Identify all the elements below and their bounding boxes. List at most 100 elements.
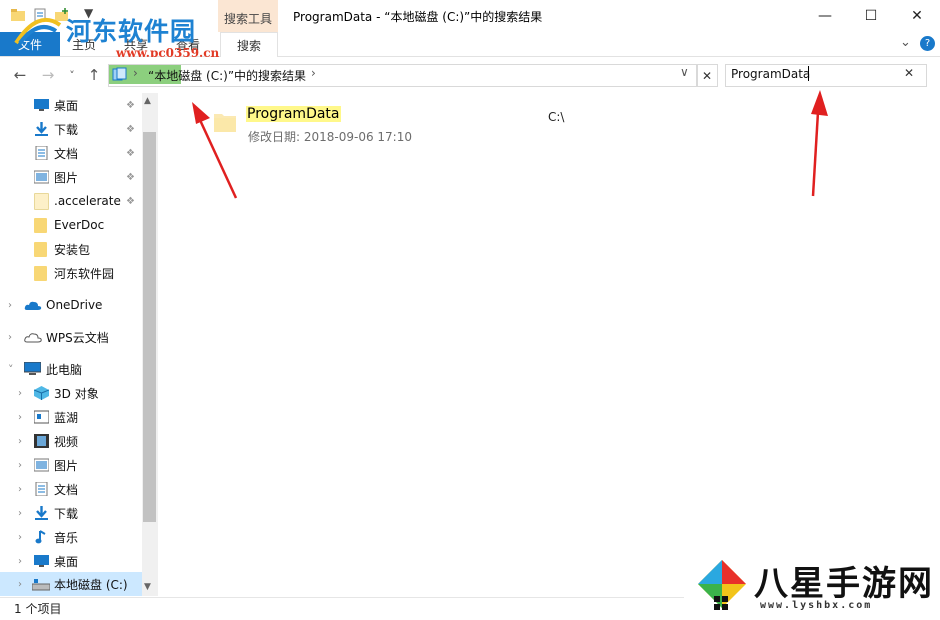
up-button[interactable]: ↑ xyxy=(84,65,104,85)
chevron-right-icon[interactable]: › xyxy=(18,460,22,471)
breadcrumb-separator-end[interactable]: › xyxy=(311,66,316,80)
maximize-button[interactable]: ☐ xyxy=(848,0,894,32)
3d-objects-icon xyxy=(34,386,49,400)
recent-locations-button[interactable]: ˅ xyxy=(62,65,82,85)
sidebar-item-accelerate[interactable]: .accelerate ❖ xyxy=(0,189,142,213)
sidebar-item-label: 河东软件园 xyxy=(54,266,115,281)
chevron-right-icon[interactable]: › xyxy=(18,579,22,590)
sidebar-item-wps-cloud[interactable]: › WPS云文档 xyxy=(0,325,142,349)
sidebar-item-anzhuangbao[interactable]: 安装包 xyxy=(0,237,142,261)
lanhu-icon xyxy=(34,410,49,424)
help-icon[interactable]: ? xyxy=(920,36,935,51)
chevron-right-icon[interactable]: › xyxy=(18,412,22,423)
chevron-right-icon[interactable]: › xyxy=(18,532,22,543)
sidebar-item-downloads-pc[interactable]: › 下载 xyxy=(0,501,142,525)
document-icon xyxy=(35,482,48,496)
chevron-right-icon[interactable]: › xyxy=(18,484,22,495)
search-clear-button[interactable]: ✕ xyxy=(904,66,914,80)
sidebar-item-onedrive[interactable]: › OneDrive xyxy=(0,293,142,317)
sidebar-item-desktop[interactable]: 桌面 ❖ xyxy=(0,93,142,117)
sidebar-item-label: WPS云文档 xyxy=(46,330,109,345)
video-icon xyxy=(34,434,49,448)
drive-icon xyxy=(32,579,50,591)
close-button[interactable]: ✕ xyxy=(894,0,940,32)
sidebar-item-videos[interactable]: › 视频 xyxy=(0,429,142,453)
sidebar-item-label: 图片 xyxy=(54,458,79,473)
address-dropdown-icon[interactable]: ∨ xyxy=(680,65,689,79)
sidebar-item-label: 图片 xyxy=(54,170,79,185)
folder-icon xyxy=(34,265,47,281)
tab-search[interactable]: 搜索 xyxy=(220,32,278,57)
sidebar-item-label: 下载 xyxy=(54,506,79,521)
chevron-right-icon[interactable]: › xyxy=(8,332,12,343)
ribbon-expand-icon[interactable]: ⌄ xyxy=(900,35,911,50)
sidebar-item-label: 安装包 xyxy=(54,242,91,257)
sidebar-item-label: 3D 对象 xyxy=(54,386,99,401)
sidebar-item-downloads[interactable]: 下载 ❖ xyxy=(0,117,142,141)
sidebar-item-label: 视频 xyxy=(54,434,79,449)
scroll-up-icon[interactable]: ▲ xyxy=(144,96,151,106)
desktop-icon xyxy=(34,99,49,111)
watermark-site-title: 河东软件园 xyxy=(66,17,197,46)
sidebar-item-pictures-pc[interactable]: › 图片 xyxy=(0,453,142,477)
sidebar-item-hedong[interactable]: 河东软件园 xyxy=(0,261,142,285)
chevron-right-icon[interactable]: › xyxy=(18,388,22,399)
sidebar-item-pictures[interactable]: 图片 ❖ xyxy=(0,165,142,189)
sidebar-item-label: 此电脑 xyxy=(46,362,83,377)
text-cursor xyxy=(808,66,809,81)
address-clear-button[interactable]: ✕ xyxy=(696,64,718,87)
sidebar-item-label: 蓝湖 xyxy=(54,410,79,425)
item-count: 1 个项目 xyxy=(14,602,62,616)
download-icon xyxy=(35,122,48,136)
sidebar-item-label: 桌面 xyxy=(54,98,79,113)
breadcrumb-separator[interactable]: › xyxy=(133,66,138,80)
sidebar-item-local-disk-c[interactable]: › 本地磁盘 (C:) xyxy=(0,572,142,596)
picture-icon xyxy=(34,458,49,472)
onedrive-icon xyxy=(24,301,42,310)
chevron-right-icon[interactable]: › xyxy=(18,508,22,519)
sidebar-item-lanhu[interactable]: › 蓝湖 xyxy=(0,405,142,429)
sidebar-item-desktop-pc[interactable]: › 桌面 xyxy=(0,549,142,573)
breadcrumb-current[interactable]: “本地磁盘 (C:)”中的搜索结果 xyxy=(148,67,306,84)
sidebar-item-this-pc[interactable]: ˅ 此电脑 xyxy=(0,357,142,381)
music-icon xyxy=(35,530,46,544)
chevron-right-icon[interactable]: › xyxy=(8,300,12,311)
chevron-right-icon[interactable]: › xyxy=(18,556,22,567)
sidebar-scrollbar-thumb[interactable] xyxy=(143,132,156,522)
pin-icon: ❖ xyxy=(126,123,135,135)
sidebar-item-music[interactable]: › 音乐 xyxy=(0,525,142,549)
forward-button[interactable]: → xyxy=(38,65,58,85)
search-input-value[interactable]: ProgramData xyxy=(731,67,810,81)
sidebar-item-everdoc[interactable]: EverDoc xyxy=(0,213,142,237)
back-button[interactable]: ← xyxy=(10,65,30,85)
sidebar-item-label: 桌面 xyxy=(54,554,79,569)
pc0359-logo xyxy=(14,18,62,45)
sidebar-item-documents[interactable]: 文档 ❖ xyxy=(0,141,142,165)
sidebar-item-label: 下载 xyxy=(54,122,79,137)
sidebar-item-label: 本地磁盘 (C:) xyxy=(54,577,128,592)
pin-icon: ❖ xyxy=(126,99,135,111)
computer-icon xyxy=(24,362,41,375)
sidebar-item-documents-pc[interactable]: › 文档 xyxy=(0,477,142,501)
chevron-right-icon[interactable]: › xyxy=(18,436,22,447)
result-item-path: C:\ xyxy=(548,110,565,124)
folder-icon xyxy=(34,241,47,257)
minimize-button[interactable]: — xyxy=(802,0,848,32)
sidebar-item-label: .accelerate xyxy=(54,194,121,208)
folder-icon xyxy=(34,217,47,233)
chevron-down-icon[interactable]: ˅ xyxy=(8,363,14,376)
result-item-modified: 修改日期: 2018-09-06 17:10 xyxy=(248,130,412,144)
document-icon xyxy=(35,146,48,160)
annotation-arrow-left xyxy=(192,102,238,199)
cloud-icon xyxy=(24,333,42,343)
search-tools-label: 搜索工具 xyxy=(224,12,273,26)
lyshbx-logo xyxy=(698,560,746,610)
search-results-icon xyxy=(112,67,127,81)
pin-icon: ❖ xyxy=(126,147,135,159)
scroll-down-icon[interactable]: ▼ xyxy=(144,582,151,592)
sidebar-item-label: 音乐 xyxy=(54,530,79,545)
sidebar-item-label: 文档 xyxy=(54,146,79,161)
annotation-arrow-right xyxy=(811,90,828,197)
result-item-name[interactable]: ProgramData xyxy=(246,106,341,122)
sidebar-item-3d-objects[interactable]: › 3D 对象 xyxy=(0,381,142,405)
